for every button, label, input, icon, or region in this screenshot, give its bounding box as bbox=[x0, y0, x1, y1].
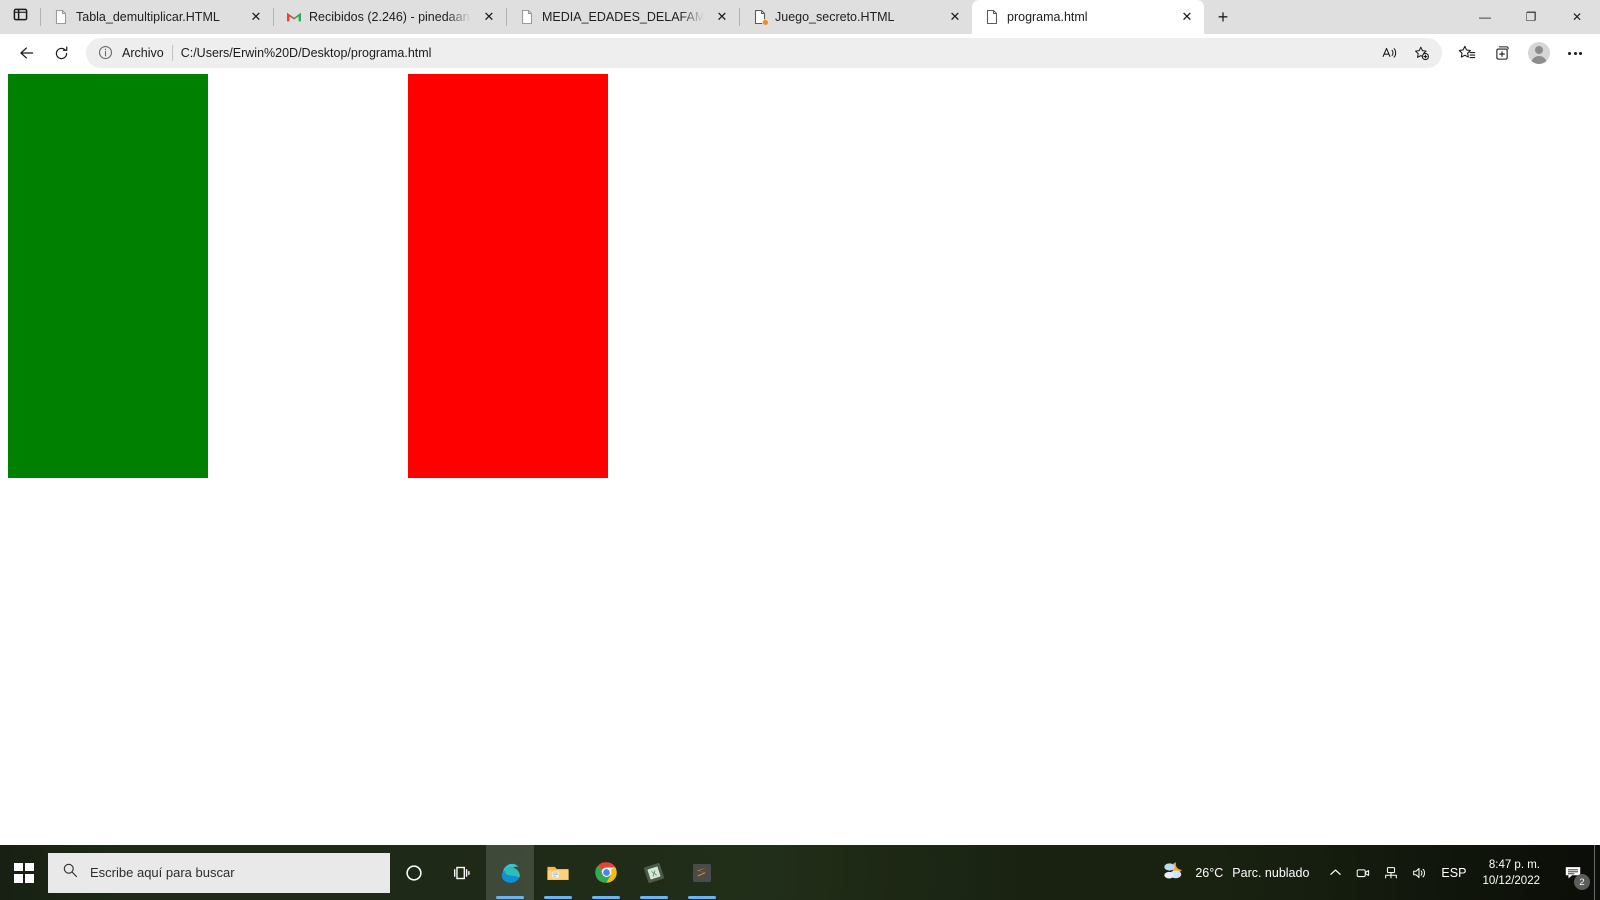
tab-activity-dot bbox=[762, 19, 769, 26]
browser-tab[interactable]: MEDIA_EDADES_DELAFAMILAI.H ✕ bbox=[507, 0, 739, 34]
file-explorer-icon[interactable] bbox=[534, 845, 582, 900]
search-placeholder: Escribe aquí para buscar bbox=[90, 865, 235, 880]
tab-actions-button[interactable] bbox=[0, 0, 40, 34]
omnibox-actions bbox=[1374, 40, 1436, 66]
network-icon[interactable] bbox=[1377, 845, 1405, 900]
green-block bbox=[8, 74, 208, 478]
tab-title: Juego_secreto.HTML bbox=[775, 10, 895, 24]
excel-icon[interactable]: X bbox=[630, 845, 678, 900]
google-chrome-icon[interactable] bbox=[582, 845, 630, 900]
tab-close-button[interactable]: ✕ bbox=[711, 6, 733, 28]
tray-expand-chevron-icon[interactable] bbox=[1321, 845, 1349, 900]
star-plus-icon[interactable] bbox=[1406, 40, 1436, 66]
address-bar[interactable]: Archivo C:/Users/Erwin%20D/Desktop/progr… bbox=[86, 38, 1442, 68]
windows-taskbar: Escribe aquí para buscar X 26°C Parc. nu… bbox=[0, 845, 1600, 900]
start-button[interactable] bbox=[0, 845, 48, 900]
back-button[interactable] bbox=[8, 38, 42, 68]
tab-close-button[interactable]: ✕ bbox=[478, 6, 500, 28]
clock-time: 8:47 p. m. bbox=[1488, 858, 1540, 871]
browser-tab[interactable]: Juego_secreto.HTML ✕ bbox=[740, 0, 972, 34]
camera-icon[interactable] bbox=[1349, 845, 1377, 900]
favorites-list-icon[interactable] bbox=[1450, 38, 1484, 68]
tab-title: programa.html bbox=[1007, 10, 1088, 24]
browser-tab[interactable]: Recibidos (2.246) - pinedaangele ✕ bbox=[274, 0, 506, 34]
clock-date: 10/12/2022 bbox=[1482, 874, 1540, 887]
url-text[interactable]: C:/Users/Erwin%20D/Desktop/programa.html bbox=[181, 46, 1366, 60]
system-tray: 26°C Parc. nublado ESP 8:47 p. m. 10/12/… bbox=[1154, 845, 1600, 900]
page-viewport bbox=[0, 72, 1600, 845]
tab-strip: Tabla_demultiplicar.HTML ✕ Recibidos (2.… bbox=[0, 0, 1600, 34]
refresh-button[interactable] bbox=[44, 38, 78, 68]
partly-cloudy-night-icon bbox=[1160, 859, 1186, 886]
task-view-icon[interactable] bbox=[438, 845, 486, 900]
gmail-icon bbox=[286, 9, 302, 25]
show-desktop-button[interactable] bbox=[1594, 845, 1600, 900]
html-document-body bbox=[0, 72, 1600, 486]
collections-icon[interactable] bbox=[1486, 38, 1520, 68]
tab-title: Tabla_demultiplicar.HTML bbox=[76, 10, 220, 24]
url-scheme-label: Archivo bbox=[122, 46, 164, 60]
tab-title: MEDIA_EDADES_DELAFAMILAI.H bbox=[542, 10, 704, 24]
file-icon bbox=[519, 9, 535, 25]
volume-icon[interactable] bbox=[1405, 845, 1433, 900]
new-tab-button[interactable]: + bbox=[1206, 0, 1240, 34]
sublime-text-icon[interactable] bbox=[678, 845, 726, 900]
minimize-button[interactable]: — bbox=[1462, 0, 1508, 34]
more-options-icon[interactable] bbox=[1558, 38, 1592, 68]
language-indicator[interactable]: ESP bbox=[1433, 845, 1474, 900]
notifications-icon[interactable]: 2 bbox=[1552, 845, 1594, 900]
cortana-icon[interactable] bbox=[390, 845, 438, 900]
browser-window: Tabla_demultiplicar.HTML ✕ Recibidos (2.… bbox=[0, 0, 1600, 845]
file-icon bbox=[984, 9, 1000, 25]
browser-tab-active[interactable]: programa.html ✕ bbox=[972, 0, 1204, 34]
tab-close-button[interactable]: ✕ bbox=[944, 6, 966, 28]
tab-list: Tabla_demultiplicar.HTML ✕ Recibidos (2.… bbox=[41, 0, 1204, 34]
avatar bbox=[1528, 42, 1550, 64]
file-icon bbox=[752, 9, 769, 26]
read-aloud-icon[interactable] bbox=[1374, 40, 1404, 66]
tab-title: Recibidos (2.246) - pinedaangele bbox=[309, 10, 471, 24]
clock-widget[interactable]: 8:47 p. m. 10/12/2022 bbox=[1474, 845, 1552, 900]
info-icon[interactable] bbox=[98, 45, 114, 61]
browser-tab[interactable]: Tabla_demultiplicar.HTML ✕ bbox=[41, 0, 273, 34]
search-input[interactable]: Escribe aquí para buscar bbox=[48, 852, 390, 893]
windows-start-icon bbox=[14, 862, 34, 883]
close-window-button[interactable]: ✕ bbox=[1554, 0, 1600, 34]
tab-close-button[interactable]: ✕ bbox=[245, 6, 267, 28]
search-icon bbox=[62, 862, 78, 883]
account-avatar-icon[interactable] bbox=[1522, 38, 1556, 68]
weather-widget[interactable]: 26°C Parc. nublado bbox=[1154, 859, 1321, 886]
omnibox-divider bbox=[171, 45, 173, 61]
file-icon bbox=[53, 9, 69, 25]
ellipsis-dots bbox=[1568, 51, 1582, 55]
color-blocks-container bbox=[8, 74, 1592, 478]
dual-pane-icon bbox=[13, 7, 28, 27]
red-block bbox=[408, 74, 608, 478]
tab-close-button[interactable]: ✕ bbox=[1176, 6, 1198, 28]
weather-temperature: 26°C bbox=[1195, 865, 1224, 880]
maximize-button[interactable]: ❐ bbox=[1508, 0, 1554, 34]
browser-toolbar: Archivo C:/Users/Erwin%20D/Desktop/progr… bbox=[0, 34, 1600, 72]
notification-count-badge: 2 bbox=[1574, 874, 1590, 890]
microsoft-edge-icon[interactable] bbox=[486, 845, 534, 900]
window-controls: — ❐ ✕ bbox=[1462, 0, 1600, 34]
weather-condition: Parc. nublado bbox=[1232, 865, 1310, 880]
